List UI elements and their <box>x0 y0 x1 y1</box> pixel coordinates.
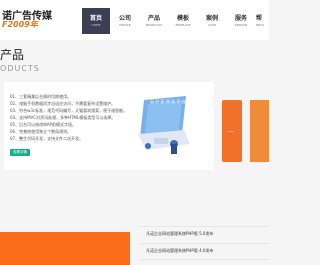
nav-item-template[interactable]: 模板 TEMPLATE <box>169 8 197 34</box>
nav-item-sublabel: NOTICE <box>119 22 131 27</box>
nav-item-label: 服务 <box>234 14 247 22</box>
nav-item-products[interactable]: 产品 PRODUCTS <box>140 8 168 34</box>
divider <box>140 259 269 260</box>
nav-item-label: 公司 <box>118 14 131 22</box>
section-title: 产品 <box>0 48 25 62</box>
feature-item: 01、三套精美后台随时切换使用。 <box>10 94 72 99</box>
divider <box>140 226 269 227</box>
main-nav: 首页 HOME 公司 NOTICE 产品 PRODUCTS 模板 TEMPLAT… <box>82 8 269 34</box>
product-card-tertiary[interactable] <box>250 100 269 162</box>
nav-item-label: 产品 <box>147 14 160 22</box>
nav-item-sublabel: CASE <box>208 22 216 27</box>
news-banner <box>0 232 130 265</box>
nav-item-notice[interactable]: 公司 NOTICE <box>111 8 139 34</box>
feature-item: 02、电脑手机数据同步自适应访问，不需要复杂设置维护。 <box>10 101 116 106</box>
nav-item-home[interactable]: 首页 HOME <box>82 8 110 34</box>
news-item[interactable]: 凡诺企业网站管理系统PHP版 5.0发布 <box>146 231 213 237</box>
more-details-button[interactable]: 查看详情 <box>10 149 30 156</box>
section-subtitle: ODUCTS <box>0 64 40 73</box>
nav-item-label: 案例 <box>205 14 218 22</box>
nav-item-label: 帮 <box>256 14 263 22</box>
feature-item: 07、整生代码开发，支持文件二次开发。 <box>10 136 84 141</box>
nav-item-help[interactable]: 帮 HELP <box>256 8 269 34</box>
dash-icon: — <box>228 128 234 135</box>
nav-item-sublabel: TEMPLATE <box>175 22 191 27</box>
feature-item: 04、支持MVC对资讯处理，多种HTML模板类型可以选择。 <box>10 115 116 120</box>
news-item[interactable]: 凡诺企业网站管理系统PHP版 4.0发布 <box>146 248 213 254</box>
page: 诺广告传媒 F2009年 首页 HOME 公司 NOTICE 产品 PRODUC… <box>0 0 269 265</box>
site-header: 诺广告传媒 F2009年 首页 HOME 公司 NOTICE 产品 PRODUC… <box>0 0 269 40</box>
nav-item-sublabel: HOME <box>91 22 101 27</box>
nav-item-service[interactable]: 服务 SERVICE <box>227 8 255 34</box>
banner-tag: 云 好 家 网 站 平 台 <box>150 99 186 104</box>
nav-item-case[interactable]: 案例 CASE <box>198 8 226 34</box>
feature-item: 06、完善地使用独立个数局规则。 <box>10 129 72 134</box>
logo-subtitle: F2009年 <box>2 20 38 29</box>
nav-item-label: 模板 <box>176 14 189 22</box>
divider <box>140 243 269 244</box>
nav-item-label: 首页 <box>89 14 102 22</box>
nav-item-sublabel: PRODUCTS <box>145 22 163 27</box>
product-card: 01、三套精美后台随时切换使用。 02、电脑手机数据同步自适应访问，不需要复杂设… <box>4 82 214 170</box>
feature-item: 05、后台可以修改WAP前模式字段。 <box>10 122 76 127</box>
nav-item-sublabel: SERVICE <box>234 22 248 27</box>
product-card-secondary[interactable]: — <box>222 100 242 162</box>
nav-item-sublabel: HELP <box>256 22 264 27</box>
feature-item: 03、符合w3c标准，规范代码编写，天猫喜欢搜索，便于维智能。 <box>10 108 128 113</box>
